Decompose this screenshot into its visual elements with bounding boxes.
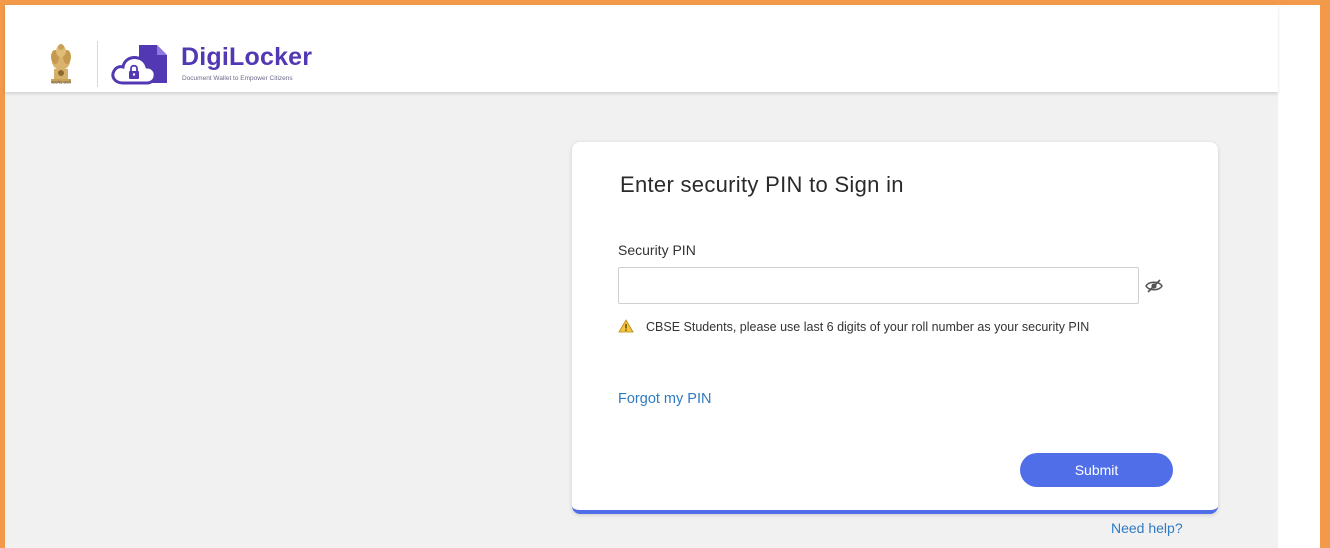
brand-name[interactable]: DigiLocker (181, 43, 312, 72)
brand-tagline: Document Wallet to Empower Citizens (182, 75, 293, 82)
cloud-document-lock-icon (111, 45, 167, 85)
security-pin-input[interactable] (618, 267, 1139, 304)
site-header: सत्यमेव जयते DigiLocker Document Wallet … (5, 5, 1278, 92)
need-help-link[interactable]: Need help? (1111, 520, 1183, 536)
frame-right-border (1320, 0, 1325, 548)
right-margin (1278, 5, 1320, 548)
submit-button[interactable]: Submit (1020, 453, 1173, 487)
signin-card: Enter security PIN to Sign in Security P… (572, 142, 1218, 514)
card-title: Enter security PIN to Sign in (620, 172, 904, 197)
security-pin-label: Security PIN (618, 242, 696, 258)
brand-divider (97, 41, 98, 87)
cbse-notice: CBSE Students, please use last 6 digits … (618, 318, 1178, 337)
warning-triangle-icon (618, 319, 634, 333)
cbse-notice-text: CBSE Students, please use last 6 digits … (646, 320, 1090, 334)
eye-slash-icon[interactable] (1144, 278, 1164, 294)
forgot-pin-link[interactable]: Forgot my PIN (618, 391, 711, 407)
emblem-caption: सत्यमेव जयते (51, 80, 71, 85)
